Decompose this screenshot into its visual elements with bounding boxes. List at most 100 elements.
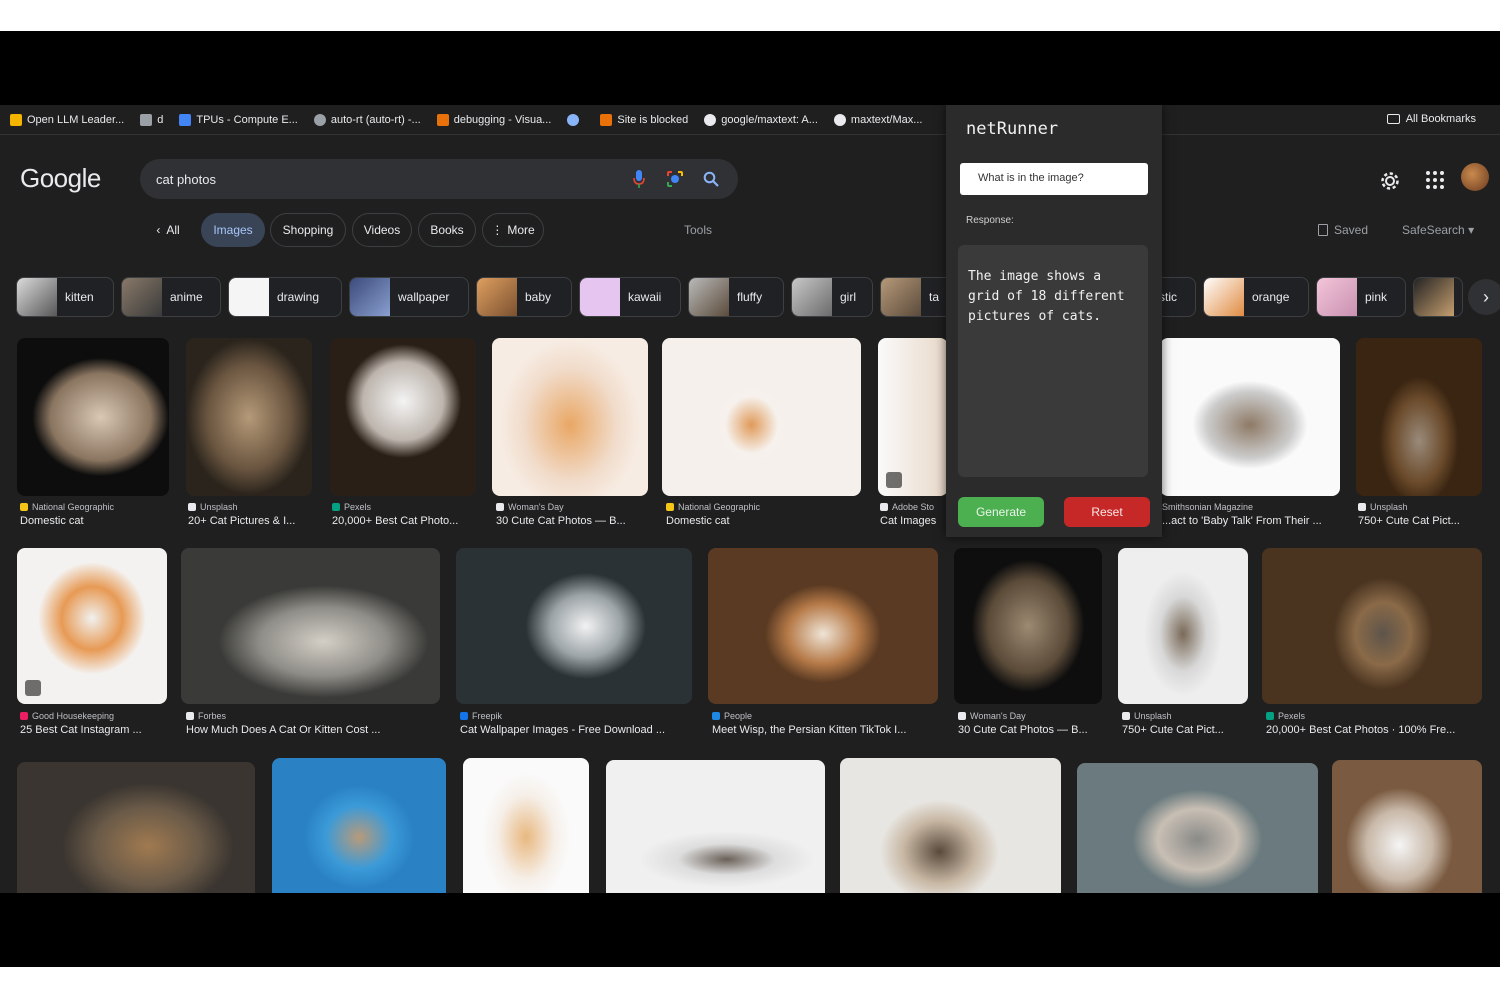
response-textarea[interactable]: The image shows a grid of 18 different p…	[958, 245, 1148, 477]
result-image[interactable]	[1160, 338, 1340, 496]
result-caption[interactable]: People Meet Wisp, the Persian Kitten TikT…	[712, 711, 906, 736]
result-caption[interactable]: Forbes How Much Does A Cat Or Kitten Cost…	[186, 711, 380, 736]
tab-all[interactable]: ‹ All	[148, 213, 188, 247]
result-caption[interactable]: Unsplash 20+ Cat Pictures & I...	[188, 502, 295, 527]
lens-icon[interactable]	[664, 168, 686, 190]
result-image[interactable]	[662, 338, 861, 496]
result-image[interactable]	[1262, 548, 1482, 704]
source-favicon-icon	[1122, 712, 1130, 720]
result-image[interactable]	[17, 338, 169, 496]
result-image[interactable]	[463, 758, 589, 893]
result-image[interactable]	[492, 338, 648, 496]
result-image[interactable]	[606, 760, 825, 893]
result-image[interactable]	[954, 548, 1102, 704]
chip-partial[interactable]	[1413, 277, 1463, 317]
result-image[interactable]	[186, 338, 312, 496]
result-image[interactable]	[17, 548, 167, 704]
bookmark-maxtext[interactable]: maxtext/Max...	[833, 113, 922, 126]
chip-baby[interactable]: baby	[476, 277, 572, 317]
result-caption[interactable]: National Geographic Domestic cat	[20, 502, 114, 527]
result-image[interactable]	[272, 758, 446, 893]
search-box[interactable]: cat photos	[140, 159, 738, 199]
panel-title: netRunner	[966, 119, 1059, 139]
netrunner-panel: netRunner What is in the image? Response…	[946, 105, 1162, 537]
microphone-icon[interactable]	[628, 168, 650, 190]
bookmark-open-llm-leaderboard[interactable]: Open LLM Leader...	[10, 113, 124, 126]
result-caption[interactable]: Adobe Sto Cat Images	[880, 502, 936, 527]
result-image[interactable]	[181, 548, 440, 704]
github-icon	[833, 113, 846, 126]
chip-fluffy[interactable]: fluffy	[688, 277, 784, 317]
result-caption[interactable]: Smithsonian Magazine ...act to 'Baby Talk…	[1162, 502, 1322, 527]
settings-gear-icon[interactable]	[1378, 169, 1402, 193]
result-image[interactable]	[1077, 763, 1318, 893]
tab-shopping[interactable]: Shopping	[270, 213, 346, 247]
search-input[interactable]: cat photos	[156, 172, 614, 187]
result-image[interactable]	[878, 338, 948, 496]
reset-button[interactable]: Reset	[1064, 497, 1150, 527]
prompt-input[interactable]: What is in the image?	[960, 163, 1148, 195]
letterbox-bottom	[0, 893, 1500, 967]
chip-wallpaper[interactable]: wallpaper	[349, 277, 469, 317]
bookmark-d[interactable]: d	[140, 113, 163, 126]
result-caption[interactable]: National Geographic Domestic cat	[666, 502, 760, 527]
bookmark-globe[interactable]	[567, 113, 584, 126]
bookmark-tpus[interactable]: TPUs - Compute E...	[179, 113, 298, 126]
chip-thumbnail	[580, 278, 620, 316]
source-favicon-icon	[496, 503, 504, 511]
tools-button[interactable]: Tools	[684, 223, 712, 237]
result-image[interactable]	[1118, 548, 1248, 704]
result-caption[interactable]: Good Housekeeping 25 Best Cat Instagram .…	[20, 711, 142, 736]
all-bookmarks-button[interactable]: All Bookmarks	[1386, 113, 1476, 125]
chip-thumbnail	[689, 278, 729, 316]
source-favicon-icon	[880, 503, 888, 511]
result-image[interactable]	[840, 758, 1061, 893]
result-caption[interactable]: Unsplash 750+ Cute Cat Pict...	[1122, 711, 1224, 736]
result-caption[interactable]: Pexels 20,000+ Best Cat Photos · 100% Fre…	[1266, 711, 1455, 736]
chip-thumbnail	[1414, 278, 1454, 316]
bookmark-icon	[313, 113, 326, 126]
bookmark-auto-rt[interactable]: auto-rt (auto-rt) -...	[313, 113, 421, 126]
chip-kitten[interactable]: kitten	[16, 277, 114, 317]
saved-button[interactable]: Saved	[1318, 223, 1368, 237]
chip-girl[interactable]: girl	[791, 277, 873, 317]
search-icon[interactable]	[700, 168, 722, 190]
tab-videos[interactable]: Videos	[352, 213, 412, 247]
tab-images[interactable]: Images	[201, 213, 265, 247]
chip-drawing[interactable]: drawing	[228, 277, 342, 317]
result-caption[interactable]: Unsplash 750+ Cute Cat Pict...	[1358, 502, 1460, 527]
result-image[interactable]	[1332, 760, 1482, 893]
result-image[interactable]	[330, 338, 476, 496]
video-badge-icon	[25, 680, 41, 696]
back-arrow-icon: ‹	[156, 223, 161, 237]
account-avatar[interactable]	[1461, 163, 1489, 191]
result-image[interactable]	[1356, 338, 1482, 496]
result-caption[interactable]: Freepik Cat Wallpaper Images - Free Downl…	[460, 711, 665, 736]
more-dots-icon: ⋮	[491, 223, 504, 237]
result-caption[interactable]: Woman's Day 30 Cute Cat Photos — B...	[958, 711, 1088, 736]
chip-pink[interactable]: pink	[1316, 277, 1406, 317]
result-image[interactable]	[17, 762, 255, 893]
google-logo[interactable]: Google	[20, 163, 101, 194]
safesearch-button[interactable]: SafeSearch ▾	[1402, 223, 1474, 237]
google-apps-icon[interactable]	[1424, 169, 1446, 191]
chip-anime[interactable]: anime	[121, 277, 221, 317]
source-favicon-icon	[20, 503, 28, 511]
bookmark-site-blocked[interactable]: Site is blocked	[600, 113, 688, 126]
chip-orange[interactable]: orange	[1203, 277, 1309, 317]
result-caption[interactable]: Pexels 20,000+ Best Cat Photo...	[332, 502, 458, 527]
video-badge-icon	[886, 472, 902, 488]
chevron-right-icon[interactable]: ›	[1468, 279, 1500, 315]
tab-books[interactable]: Books	[418, 213, 476, 247]
result-image[interactable]	[708, 548, 938, 704]
chip-thumbnail	[1204, 278, 1244, 316]
result-caption[interactable]: Woman's Day 30 Cute Cat Photos — B...	[496, 502, 626, 527]
bookmark-google-maxtext[interactable]: google/maxtext: A...	[704, 113, 818, 126]
bookmark-debugging[interactable]: debugging - Visua...	[436, 113, 551, 126]
chip-kawaii[interactable]: kawaii	[579, 277, 681, 317]
chip-thumbnail	[477, 278, 517, 316]
generate-button[interactable]: Generate	[958, 497, 1044, 527]
result-image[interactable]	[456, 548, 692, 704]
tab-more[interactable]: ⋮ More	[482, 213, 544, 247]
folder-icon	[1386, 114, 1400, 124]
